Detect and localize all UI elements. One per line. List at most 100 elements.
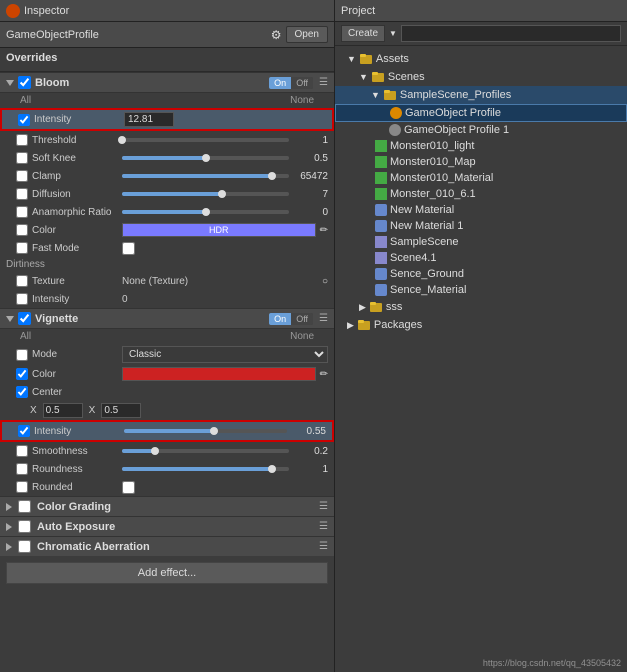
tree-item-gameobject-profile[interactable]: GameObject Profile (335, 104, 627, 122)
bloom-softknee-value: 0.5 (122, 151, 328, 165)
bloom-fastmode-toggle[interactable] (122, 242, 135, 255)
overrides-section: Overrides (0, 48, 334, 72)
samplescene-profiles-expand-icon: ▼ (371, 90, 380, 100)
bloom-anamorphic-checkbox[interactable] (16, 206, 28, 218)
auto-exposure-menu-icon[interactable]: ☰ (319, 521, 328, 532)
bloom-fastmode-checkbox[interactable] (16, 242, 28, 254)
bloom-softknee-checkbox[interactable] (16, 152, 28, 164)
vignette-color-checkbox[interactable] (16, 368, 28, 380)
bloom-title: Bloom (35, 77, 69, 89)
bloom-toggle-off[interactable]: Off (291, 77, 313, 89)
vignette-center-coords-row: X X (0, 401, 334, 420)
tree-item-sence-material[interactable]: Sence_Material (335, 282, 627, 298)
bloom-anamorphic-value: 0 (122, 205, 328, 219)
tree-item-monster010-light[interactable]: Monster010_light (335, 138, 627, 154)
bloom-menu-icon[interactable]: ☰ (319, 77, 328, 88)
dirtiness-texture-picker-icon[interactable]: ○ (322, 276, 328, 287)
tree-item-sss[interactable]: ▶ sss (335, 298, 627, 316)
bloom-none-label[interactable]: None (290, 95, 314, 106)
dirtiness-texture-checkbox[interactable] (16, 275, 28, 287)
bloom-color-picker-icon[interactable]: ✏ (320, 225, 328, 236)
tree-item-sence-ground[interactable]: Sence_Ground (335, 266, 627, 282)
vignette-checkbox[interactable] (18, 312, 31, 325)
chromatic-header[interactable]: Chromatic Aberration ☰ (0, 536, 334, 556)
vignette-collapse-icon (6, 316, 14, 322)
bloom-threshold-checkbox[interactable] (16, 134, 28, 146)
vignette-mode-checkbox[interactable] (16, 349, 28, 361)
bloom-toggle[interactable]: On Off (269, 77, 313, 89)
vignette-center-checkbox[interactable] (16, 386, 28, 398)
dirtiness-texture-display: None (Texture) (122, 276, 188, 287)
bloom-all-label[interactable]: All (20, 95, 31, 106)
tree-item-monster010-map[interactable]: Monster010_Map (335, 154, 627, 170)
vignette-none-label[interactable]: None (290, 331, 314, 342)
vignette-intensity-slider[interactable] (124, 424, 287, 438)
tree-item-scene4[interactable]: Scene4.1 (335, 250, 627, 266)
vignette-color-picker-icon[interactable]: ✏ (320, 369, 328, 380)
tree-item-samplescene-profiles[interactable]: ▼ SampleScene_Profiles (335, 86, 627, 104)
color-grading-header[interactable]: Color Grading ☰ (0, 496, 334, 516)
vignette-effect-header[interactable]: Vignette On Off ☰ (0, 308, 334, 329)
tree-item-new-material-1[interactable]: New Material 1 (335, 218, 627, 234)
auto-exposure-checkbox[interactable] (18, 520, 31, 533)
auto-exposure-header[interactable]: Auto Exposure ☰ (0, 516, 334, 536)
create-dropdown-icon[interactable]: ▼ (389, 29, 397, 38)
vignette-toggle-off[interactable]: Off (291, 313, 313, 325)
dirtiness-intensity-label: Intensity (32, 294, 122, 305)
bloom-intensity-input[interactable] (124, 112, 174, 127)
inspector-header: Inspector (0, 0, 334, 22)
tree-item-monster010-material[interactable]: Monster010_Material (335, 170, 627, 186)
color-grading-checkbox[interactable] (18, 500, 31, 513)
bloom-anamorphic-slider[interactable] (122, 205, 289, 219)
tree-item-packages[interactable]: ▶ Packages (335, 316, 627, 334)
open-button[interactable]: Open (286, 26, 328, 43)
bloom-intensity-checkbox[interactable] (18, 114, 30, 126)
bloom-checkbox[interactable] (18, 76, 31, 89)
chromatic-title: Chromatic Aberration (37, 541, 150, 553)
bloom-color-swatch[interactable]: HDR (122, 223, 316, 237)
project-search-input[interactable] (401, 25, 621, 42)
vignette-all-label[interactable]: All (20, 331, 31, 342)
create-button[interactable]: Create (341, 25, 385, 42)
vignette-roundness-checkbox[interactable] (16, 463, 28, 475)
tree-item-samplescene[interactable]: SampleScene (335, 234, 627, 250)
bloom-diffusion-slider[interactable] (122, 187, 289, 201)
bloom-effect-header[interactable]: Bloom On Off ☰ (0, 72, 334, 93)
go-profile-title: GameObjectProfile (6, 29, 99, 41)
vignette-color-swatch[interactable] (122, 367, 316, 381)
gear-icon[interactable]: ⚙ (271, 28, 282, 42)
color-grading-menu-icon[interactable]: ☰ (319, 501, 328, 512)
tree-item-assets[interactable]: ▼ Assets (335, 50, 627, 68)
bloom-diffusion-checkbox[interactable] (16, 188, 28, 200)
chromatic-checkbox[interactable] (18, 540, 31, 553)
vignette-toggle[interactable]: On Off (269, 313, 313, 325)
tree-item-new-material[interactable]: New Material (335, 202, 627, 218)
dirtiness-intensity-checkbox[interactable] (16, 293, 28, 305)
scene4-icon (375, 252, 387, 264)
bloom-color-checkbox[interactable] (16, 224, 28, 236)
vignette-rounded-label: Rounded (32, 482, 122, 493)
vignette-intensity-checkbox[interactable] (18, 425, 30, 437)
tree-item-scenes[interactable]: ▼ Scenes (335, 68, 627, 86)
chromatic-menu-icon[interactable]: ☰ (319, 541, 328, 552)
bloom-threshold-slider[interactable] (122, 133, 289, 147)
vignette-rounded-checkbox[interactable] (16, 481, 28, 493)
vignette-mode-select[interactable]: Classic (122, 346, 328, 363)
vignette-smoothness-checkbox[interactable] (16, 445, 28, 457)
tree-item-monster-010-6[interactable]: Monster_010_6.1 (335, 186, 627, 202)
assets-label: Assets (376, 53, 409, 65)
vignette-toggle-on[interactable]: On (269, 313, 291, 325)
bloom-color-row: Color HDR ✏ (0, 221, 334, 239)
vignette-roundness-slider[interactable] (122, 462, 289, 476)
add-effect-button[interactable]: Add effect... (6, 562, 328, 584)
bloom-clamp-checkbox[interactable] (16, 170, 28, 182)
vignette-smoothness-slider[interactable] (122, 444, 289, 458)
vignette-center-x-input[interactable] (43, 403, 83, 418)
bloom-toggle-on[interactable]: On (269, 77, 291, 89)
bloom-softknee-slider[interactable] (122, 151, 289, 165)
bloom-clamp-slider[interactable] (122, 169, 289, 183)
vignette-menu-icon[interactable]: ☰ (319, 313, 328, 324)
vignette-center-y-input[interactable] (101, 403, 141, 418)
vignette-rounded-toggle[interactable] (122, 481, 135, 494)
tree-item-gameobject-profile-1[interactable]: GameObject Profile 1 (335, 122, 627, 138)
